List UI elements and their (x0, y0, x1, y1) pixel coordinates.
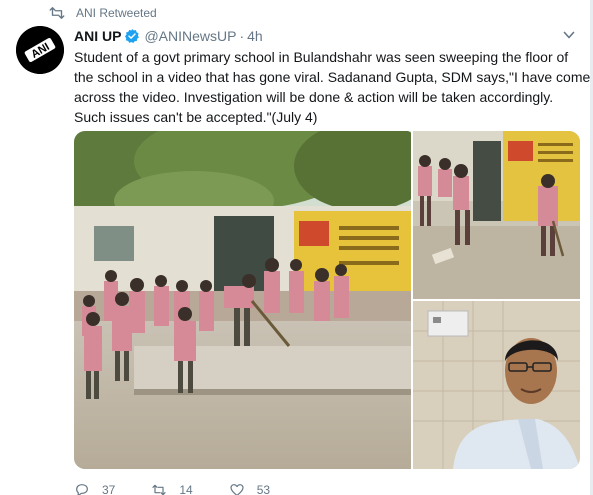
retweet-count: 14 (179, 483, 193, 495)
tweet-text-line: the school in a video that has gone vira… (74, 69, 591, 85)
like-count: 53 (256, 483, 271, 495)
retweet-button[interactable]: 14 (151, 482, 193, 495)
tweet-actions: 37 14 53 (74, 480, 306, 495)
tweet-text: Student of a govt primary school in Bula… (74, 47, 591, 127)
school-courtyard-photo[interactable] (74, 131, 411, 469)
like-button[interactable]: 53 (229, 482, 270, 495)
tweet-text-line: across the video. Investigation will be … (74, 89, 554, 105)
chevron-down-icon[interactable] (563, 30, 575, 40)
retweet-label: ANI Retweeted (76, 6, 157, 20)
author-display-name[interactable]: ANI UP (74, 28, 121, 44)
avatar[interactable]: ANI (16, 26, 64, 74)
retweet-icon (49, 7, 65, 19)
tweet-header: ANI UP @ANINewsUP · 4h (74, 26, 573, 46)
tweet-text-line: Student of a govt primary school in Bula… (74, 49, 569, 65)
separator-dot: · (239, 28, 245, 44)
tweet-text-line: Such issues can't be accepted."(July 4) (74, 109, 318, 125)
ani-logo: ANI (16, 26, 64, 74)
media-grid (74, 131, 580, 469)
reply-icon (76, 484, 88, 495)
tweet-timestamp[interactable]: 4h (247, 28, 263, 44)
reply-count: 37 (102, 483, 116, 495)
sdm-portrait-photo[interactable] (413, 301, 580, 469)
retweet-icon (152, 484, 166, 495)
reply-button[interactable]: 37 (74, 482, 115, 495)
verified-badge-icon (125, 29, 140, 43)
student-sweeping-photo[interactable] (413, 131, 580, 299)
retweet-context[interactable]: ANI Retweeted (48, 5, 157, 21)
author-handle[interactable]: @ANINewsUP (144, 28, 236, 44)
heart-icon (230, 484, 244, 495)
